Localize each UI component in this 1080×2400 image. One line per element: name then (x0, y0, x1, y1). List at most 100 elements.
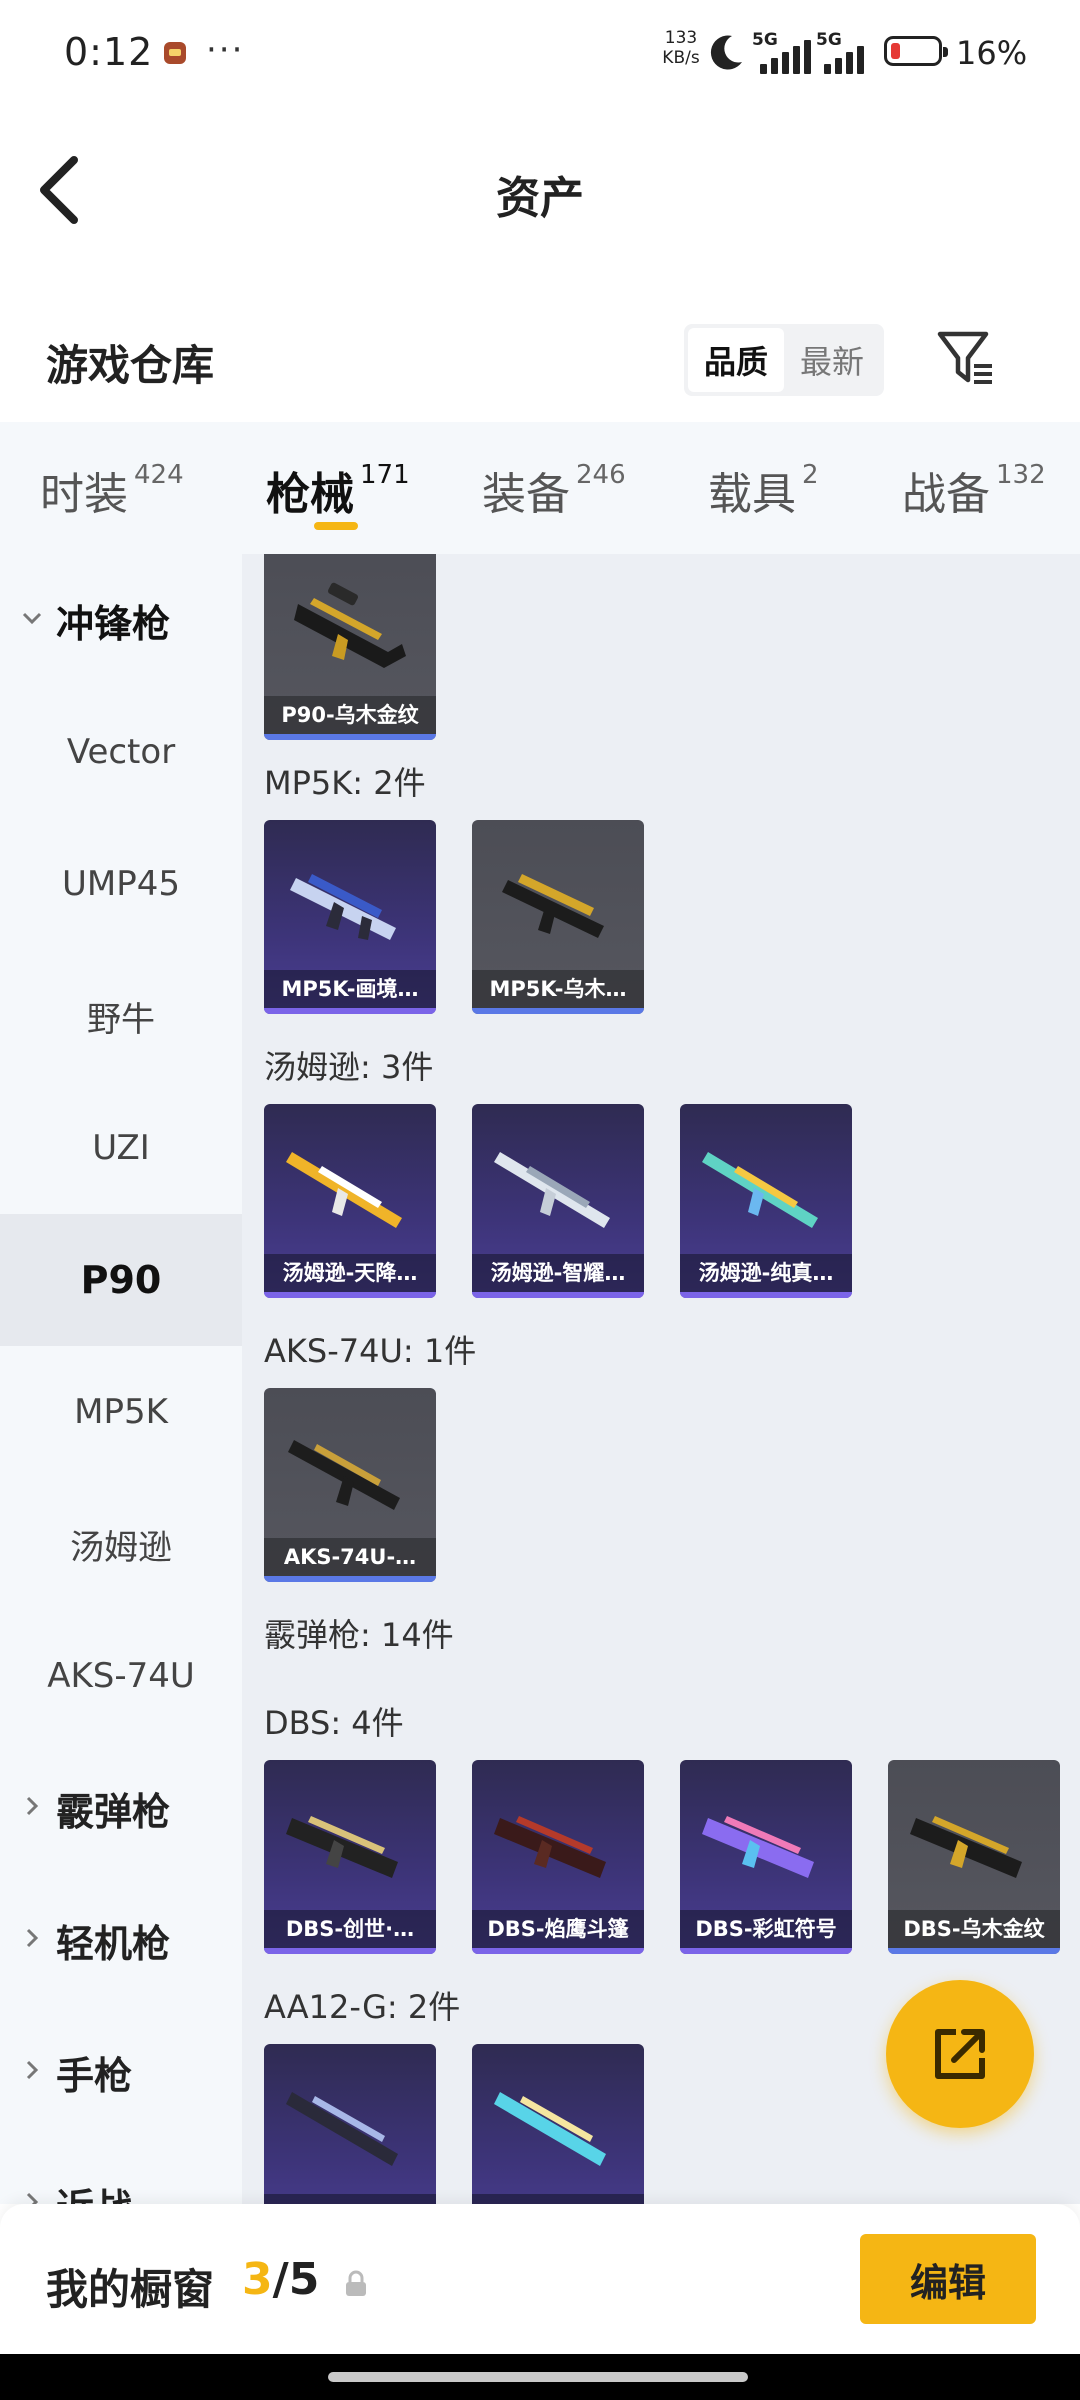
share-button[interactable] (886, 1980, 1034, 2128)
active-tab-indicator (314, 522, 358, 530)
rarity-bar (264, 1292, 436, 1298)
item-name (472, 2194, 644, 2204)
rarity-bar (472, 1292, 644, 1298)
sidebar-item-aks74u[interactable]: AKS-74U (0, 1610, 242, 1742)
sidebar-item-label: 轻机枪 (56, 1921, 171, 1966)
showcase-total: 5 (288, 2254, 320, 2305)
status-bar: 0:12 ··· 133 KB/s 5G 5G 16% (0, 0, 1080, 106)
sort-option-newest[interactable]: 最新 (784, 328, 880, 392)
item-card[interactable]: MP5K-画境… (264, 820, 436, 1014)
item-card[interactable]: DBS-乌木金纹 (888, 1760, 1060, 1954)
sidebar-item-ump45[interactable]: UMP45 (0, 818, 242, 950)
dbs-gun-icon (286, 1816, 398, 1878)
group-title: 霰弹枪: 14件 (264, 1616, 454, 1654)
rarity-bar (472, 1948, 644, 1954)
item-card[interactable]: DBS-焰鹰斗篷 (472, 1760, 644, 1954)
sidebar-item-label: 冲锋枪 (56, 601, 171, 646)
signal-2-icon: 5G (816, 30, 880, 74)
sidebar-item-label: 霰弹枪 (56, 1789, 171, 1834)
tab-vehicles[interactable]: 载具 2 (708, 458, 819, 522)
item-card[interactable]: DBS-创世·… (264, 1760, 436, 1954)
mp5k-gun-icon (290, 874, 396, 940)
item-card[interactable]: DBS-彩虹符号 (680, 1760, 852, 1954)
sidebar-item-lmg[interactable]: 轻机枪 (0, 1874, 242, 2006)
sidebar-item-melee[interactable]: 近战 (0, 2138, 242, 2204)
warehouse-title: 游戏仓库 (46, 341, 215, 390)
tab-fashion[interactable]: 时装 424 (40, 458, 184, 522)
edit-button[interactable]: 编辑 (860, 2234, 1036, 2324)
item-name: 汤姆逊-智耀… (472, 1254, 644, 1292)
tab-firearms[interactable]: 枪械 171 (266, 458, 410, 522)
sidebar-item-mp5k[interactable]: MP5K (0, 1346, 242, 1478)
tab-label: 枪械 (266, 469, 354, 520)
sidebar-item-label: 手枪 (56, 2053, 133, 2098)
chevron-right-icon (26, 2192, 39, 2204)
item-name: 汤姆逊-天降… (264, 1254, 436, 1292)
weapon-sidebar: 冲锋枪 Vector UMP45 野牛 UZI P90 MP5K 汤姆逊 AKS… (0, 554, 242, 2204)
app-notification-icon (164, 42, 186, 64)
weapon-grid: P90-乌木金纹 MP5K: 2件 MP5K-画境… MP5K-乌木… 汤姆逊:… (242, 554, 1080, 2204)
item-card[interactable]: MP5K-乌木… (472, 820, 644, 1014)
item-card[interactable] (472, 2044, 644, 2204)
item-card[interactable]: 汤姆逊-纯真… (680, 1104, 852, 1298)
chevron-right-icon (26, 2060, 39, 2080)
mp5k-gun-icon (502, 874, 604, 938)
item-name: DBS-创世·… (264, 1910, 436, 1948)
tab-label: 时装 (40, 469, 128, 520)
rarity-bar (264, 734, 436, 740)
sidebar-item-thompson[interactable]: 汤姆逊 (0, 1478, 242, 1610)
status-time: 0:12 (64, 30, 154, 74)
showcase-separator: / (272, 2254, 289, 2305)
sidebar-item-p90[interactable]: P90 (0, 1214, 242, 1346)
sort-option-quality[interactable]: 品质 (688, 328, 784, 392)
home-indicator[interactable] (328, 2372, 748, 2382)
rarity-bar (680, 1948, 852, 1954)
group-title: MP5K: 2件 (264, 764, 426, 802)
p90-gun-icon (294, 582, 406, 668)
sidebar-item-shotgun[interactable]: 霰弹枪 (0, 1742, 242, 1874)
sidebar-item-label: 近战 (56, 2177, 132, 2205)
tab-label: 战备 (902, 469, 990, 520)
do-not-disturb-moon-icon (710, 35, 742, 70)
sidebar-item-pistol[interactable]: 手枪 (0, 2006, 242, 2138)
showcase-current: 3 (242, 2254, 273, 2305)
showcase-title: 我的橱窗 (46, 2265, 215, 2314)
group-title: 汤姆逊: 3件 (264, 1048, 434, 1086)
page-title: 资产 (496, 173, 584, 224)
sidebar-item-smg[interactable]: 冲锋枪 (0, 554, 242, 686)
system-nav-bar (0, 2354, 1080, 2400)
item-card[interactable]: 汤姆逊-天降… (264, 1104, 436, 1298)
sidebar-item-bizon[interactable]: 野牛 (0, 950, 242, 1082)
item-card[interactable] (264, 2044, 436, 2204)
item-name: MP5K-画境… (264, 970, 436, 1008)
showcase-bar: 我的橱窗 3/5 编辑 (0, 2204, 1080, 2354)
chevron-right-icon (26, 1928, 39, 1948)
item-name (264, 2194, 436, 2204)
dbs-gun-icon (910, 1816, 1022, 1878)
rarity-bar (264, 1576, 436, 1582)
item-card[interactable]: AKS-74U-… (264, 1388, 436, 1582)
thompson-gun-icon (702, 1152, 818, 1228)
tab-count: 246 (576, 460, 626, 490)
app-header: 资产 (0, 106, 1080, 274)
sidebar-item-uzi[interactable]: UZI (0, 1082, 242, 1214)
thompson-gun-icon (286, 1152, 402, 1228)
sidebar-item-vector[interactable]: Vector (0, 686, 242, 818)
tab-equipment[interactable]: 装备 246 (482, 458, 626, 522)
rarity-bar (472, 1008, 644, 1014)
item-name: AKS-74U-… (264, 1538, 436, 1576)
tab-label: 装备 (482, 469, 570, 520)
group-title: DBS: 4件 (264, 1704, 404, 1742)
chevron-down-icon (22, 612, 42, 625)
tab-supplies[interactable]: 战备 132 (902, 458, 1046, 522)
more-notifications-icon: ··· (206, 30, 245, 70)
signal-1-icon: 5G (752, 30, 816, 74)
thompson-gun-icon (494, 1152, 610, 1228)
rarity-bar (264, 1948, 436, 1954)
item-name: MP5K-乌木… (472, 970, 644, 1008)
showcase-count: 3/5 (242, 2254, 319, 2305)
item-card[interactable]: P90-乌木金纹 (264, 554, 436, 740)
item-card[interactable]: 汤姆逊-智耀… (472, 1104, 644, 1298)
item-name: DBS-焰鹰斗篷 (472, 1910, 644, 1948)
filter-icon[interactable] (934, 326, 998, 392)
